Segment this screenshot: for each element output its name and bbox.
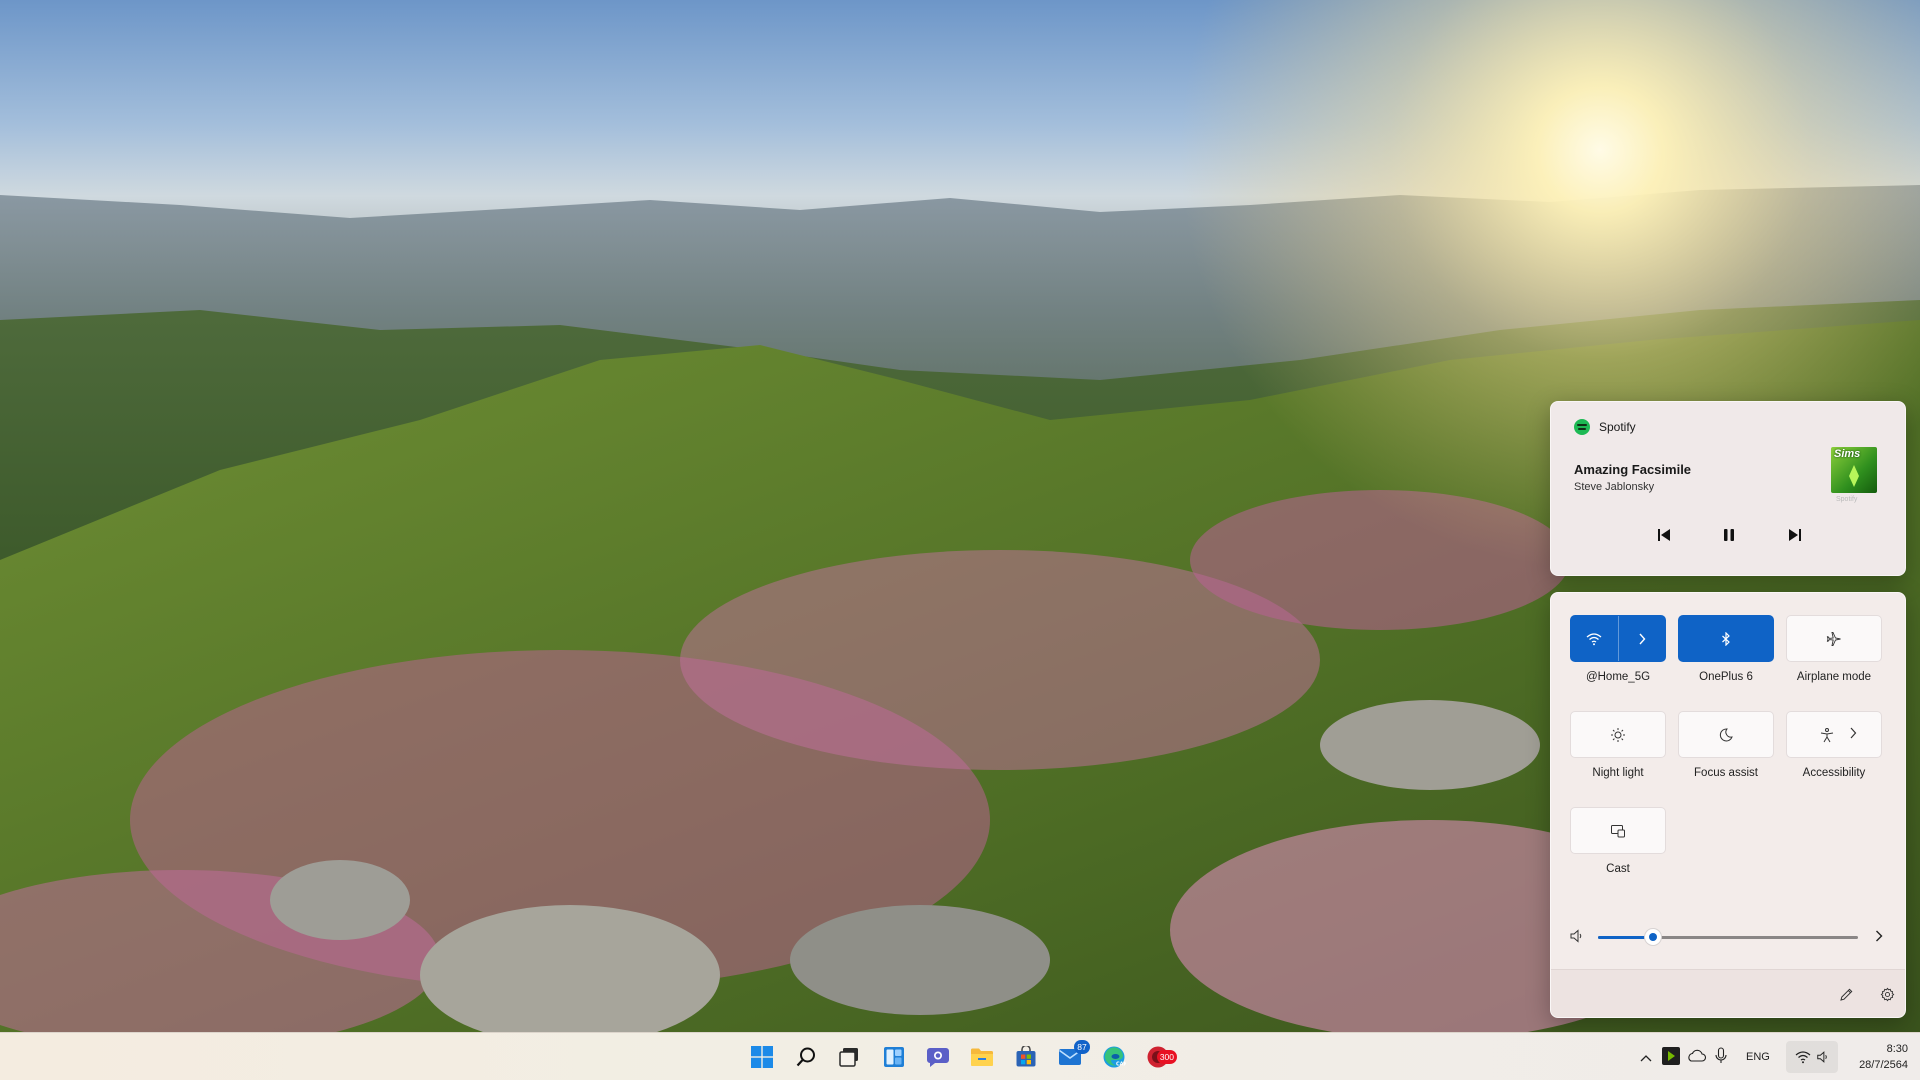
plumbob-icon — [1849, 465, 1859, 487]
bluetooth-label: OnePlus 6 — [1699, 671, 1753, 683]
night-light-label: Night light — [1592, 767, 1644, 779]
pause-button[interactable] — [1714, 520, 1744, 550]
wifi-tile[interactable] — [1570, 615, 1666, 662]
bluetooth-tile[interactable] — [1678, 615, 1774, 662]
task-view-icon — [839, 1048, 858, 1067]
volume-slider-thumb[interactable] — [1644, 929, 1661, 945]
svg-text:CAN: CAN — [1116, 1062, 1126, 1068]
taskbar: 87 CAN 300 ENG 8:30 28/7/2564 — [0, 1032, 1920, 1080]
onedrive-tray-icon[interactable] — [1686, 1049, 1707, 1068]
track-title: Amazing Facsimile — [1574, 462, 1692, 477]
app-300-button[interactable]: 300 — [1142, 1041, 1177, 1073]
quick-settings-button[interactable] — [1786, 1041, 1838, 1073]
media-flyout: Spotify Amazing Facsimile Steve Jablonsk… — [1550, 401, 1906, 576]
cast-tile[interactable] — [1570, 807, 1666, 854]
album-art-caption: Spotify — [1836, 496, 1858, 503]
settings-gear-icon — [1880, 987, 1894, 1001]
speaker-icon — [1817, 1051, 1827, 1063]
edit-pencil-icon — [1839, 988, 1852, 1001]
album-art-text: Sims — [1834, 448, 1861, 460]
volume-more-button[interactable] — [1871, 928, 1887, 944]
airplane-icon — [1826, 631, 1841, 646]
next-track-button[interactable] — [1780, 520, 1810, 550]
wifi-icon — [1586, 632, 1602, 645]
wifi-label: @Home_5G — [1585, 671, 1651, 683]
media-app-header[interactable]: Spotify — [1574, 419, 1636, 435]
media-controls — [1551, 520, 1905, 550]
widgets-icon — [884, 1047, 904, 1067]
focus-assist-tile[interactable] — [1678, 711, 1774, 758]
store-button[interactable] — [1010, 1041, 1042, 1073]
chevron-right-icon — [1850, 727, 1857, 739]
store-icon — [1016, 1046, 1036, 1067]
previous-track-button[interactable] — [1649, 520, 1679, 550]
folder-icon — [971, 1048, 993, 1066]
search-icon — [796, 1047, 815, 1067]
focus-assist-label: Focus assist — [1694, 767, 1758, 779]
track-artist: Steve Jablonsky — [1574, 481, 1655, 493]
teams-chat-icon — [927, 1048, 949, 1067]
volume-slider[interactable] — [1598, 929, 1858, 945]
chat-button[interactable] — [922, 1041, 954, 1073]
task-view-button[interactable] — [833, 1041, 865, 1073]
quick-settings-panel: @Home_5G OnePlus 6 Airplane mode Night l… — [1550, 592, 1906, 1018]
edit-quick-settings-button[interactable] — [1836, 984, 1856, 1004]
cast-icon — [1611, 824, 1625, 837]
start-button[interactable] — [746, 1041, 778, 1073]
cast-label: Cast — [1606, 863, 1630, 875]
file-explorer-button[interactable] — [966, 1041, 998, 1073]
microphone-icon — [1715, 1047, 1727, 1063]
moon-icon — [1719, 727, 1733, 741]
media-app-name: Spotify — [1599, 420, 1636, 434]
previous-icon — [1658, 529, 1670, 541]
mail-button[interactable]: 87 — [1054, 1040, 1090, 1073]
accessibility-icon — [1820, 727, 1834, 742]
clock-date: 28/7/2564 — [1859, 1059, 1908, 1071]
widgets-button[interactable] — [878, 1041, 910, 1073]
nvidia-icon — [1662, 1047, 1680, 1065]
wifi-toggle[interactable] — [1571, 616, 1618, 661]
edge-button[interactable]: CAN — [1098, 1041, 1130, 1073]
mail-badge: 87 — [1074, 1040, 1090, 1054]
taskbar-clock[interactable]: 8:30 28/7/2564 — [1859, 1041, 1908, 1073]
edge-icon: CAN — [1103, 1046, 1126, 1068]
quick-settings-footer — [1551, 969, 1905, 1017]
airplane-mode-tile[interactable] — [1786, 615, 1882, 662]
next-icon — [1789, 529, 1801, 541]
pause-icon — [1724, 529, 1734, 541]
microphone-tray-icon[interactable] — [1714, 1047, 1728, 1070]
speaker-icon[interactable] — [1569, 928, 1585, 944]
show-hidden-icons-button[interactable] — [1640, 1050, 1652, 1064]
settings-button[interactable] — [1877, 984, 1897, 1004]
clock-time: 8:30 — [1886, 1043, 1908, 1055]
chevron-right-icon — [1639, 633, 1646, 644]
spotify-icon — [1574, 419, 1590, 435]
language-indicator[interactable]: ENG — [1746, 1051, 1770, 1063]
chevron-up-icon — [1640, 1055, 1652, 1062]
accessibility-label: Accessibility — [1802, 767, 1866, 779]
wifi-more-button[interactable] — [1618, 616, 1665, 661]
accessibility-tile[interactable] — [1786, 711, 1882, 758]
app-badge: 300 — [1156, 1050, 1177, 1064]
bluetooth-icon — [1722, 631, 1730, 646]
night-light-tile[interactable] — [1570, 711, 1666, 758]
album-art: Sims — [1831, 447, 1877, 493]
brightness-icon — [1611, 727, 1625, 742]
search-button[interactable] — [790, 1041, 822, 1073]
cloud-icon — [1688, 1049, 1707, 1062]
wifi-icon — [1795, 1051, 1811, 1064]
airplane-mode-label: Airplane mode — [1796, 671, 1872, 683]
volume-row — [1569, 925, 1887, 949]
tray-app-icon[interactable] — [1662, 1047, 1680, 1070]
windows-logo-icon — [751, 1046, 773, 1068]
